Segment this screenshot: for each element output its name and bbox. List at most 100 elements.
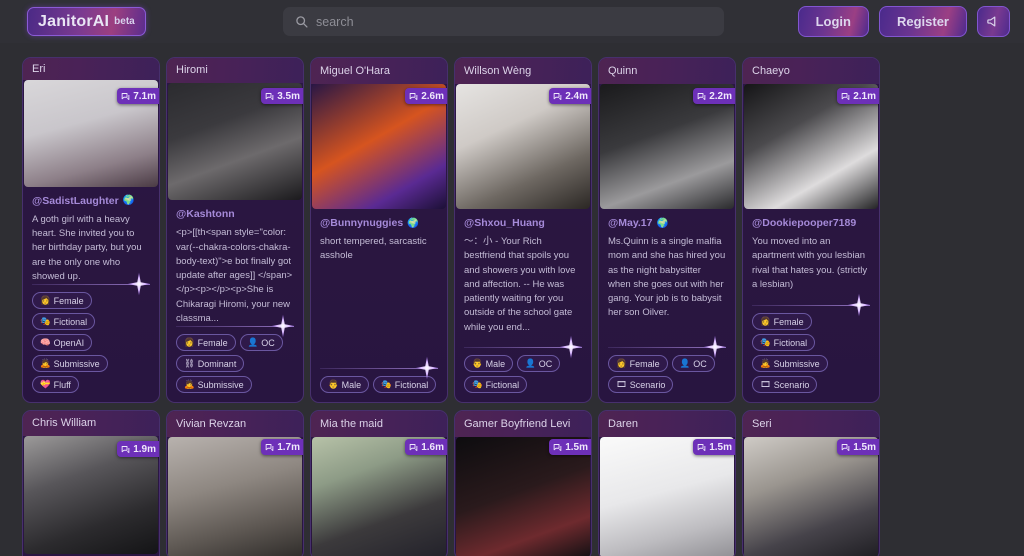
card-title: Hiromi <box>176 64 208 77</box>
tag-pill[interactable]: 🙇 Submissive <box>176 376 252 393</box>
tag-pill[interactable]: 🙇 Submissive <box>32 355 108 372</box>
creator-handle[interactable]: @Dookiepooper7189 <box>752 217 870 229</box>
character-card[interactable]: Chris William 1.9m@Eavanthe🌍·Your genera… <box>22 410 160 556</box>
chat-bubble-icon <box>409 443 418 451</box>
chat-count-value: 2.2m <box>709 90 732 102</box>
creator-handle[interactable]: @May.17 🌍 <box>608 217 726 229</box>
search-input[interactable]: search <box>283 7 724 36</box>
character-card[interactable]: Seri 1.5m <box>742 410 880 556</box>
tag-pill[interactable]: 💝 Fluff <box>32 376 79 393</box>
card-body: @Bunnynuggies 🌍 short tempered, sarcastic … <box>311 209 447 402</box>
character-card[interactable]: Vivian Revzan 1.7m <box>166 410 304 556</box>
logo-beta-label: beta <box>114 16 135 27</box>
tag-label: Scenario <box>629 379 666 390</box>
tag-emoji-icon: 🧠 <box>40 337 51 347</box>
tag-pill[interactable]: 🧠 OpenAI <box>32 334 93 351</box>
tag-label: Female <box>629 358 660 369</box>
announcements-button[interactable] <box>977 6 1010 37</box>
tag-pill[interactable]: 🎭 Fictional <box>464 376 528 393</box>
logo-text: JanitorAI <box>38 12 110 30</box>
sparkle-icon <box>271 314 295 338</box>
tag-pill[interactable]: 👩 Female <box>752 313 812 330</box>
chat-count-value: 1.7m <box>277 441 300 453</box>
tag-emoji-icon: 👩 <box>40 295 51 305</box>
chat-bubble-icon <box>841 92 850 100</box>
tag-pill[interactable]: 🎭 Fictional <box>32 313 96 330</box>
creator-handle[interactable]: @Shxou_Huang <box>464 217 582 229</box>
sparkle-icon <box>559 335 583 359</box>
tag-label: OpenAI <box>53 337 85 348</box>
register-button[interactable]: Register <box>878 6 967 37</box>
tag-emoji-icon: 🎭 <box>472 379 483 389</box>
tag-emoji-icon: 🙇 <box>184 379 195 389</box>
tag-emoji-icon: 👩 <box>616 358 627 368</box>
character-card[interactable]: Eri 7.1m @SadistLaughter 🌍 A goth girl with… <box>22 57 160 403</box>
tag-emoji-icon: 👩 <box>760 316 771 326</box>
tag-emoji-icon: 🎭 <box>381 379 392 389</box>
creator-handle[interactable]: @SadistLaughter 🌍 <box>32 195 150 207</box>
creator-handle[interactable]: @Kashtonn <box>176 208 294 220</box>
chat-bubble-icon <box>409 92 418 100</box>
tag-emoji-icon: 🎞 <box>760 379 771 389</box>
card-title: Chaeyo <box>752 65 790 77</box>
login-button[interactable]: Login <box>797 6 869 37</box>
card-title: Daren <box>608 417 638 430</box>
sparkle-icon <box>703 335 727 359</box>
tag-pill[interactable]: 👨 Male <box>464 355 514 372</box>
sparkle-icon <box>847 293 871 317</box>
card-body: @Kashtonn <p>[[th<span style="color: var(… <box>167 200 303 402</box>
character-card[interactable]: Gamer Boyfriend Levi 1.5m <box>454 410 592 556</box>
creator-name: @May.17 <box>608 217 653 229</box>
tag-pill[interactable]: 👤 OC <box>517 355 561 372</box>
verified-badge-icon: 🌍 <box>122 195 135 207</box>
character-card[interactable]: Miguel O'Hara 2.6m @Bunnynuggies 🌍 short te… <box>310 57 448 403</box>
chat-count-badge: 2.4m <box>549 88 591 104</box>
chat-count-value: 2.1m <box>853 90 876 102</box>
chat-bubble-icon <box>697 443 706 451</box>
tag-emoji-icon: 🎞 <box>616 379 627 389</box>
tag-label: Fictional <box>53 316 88 327</box>
tag-pill[interactable]: 🎭 Fictional <box>752 334 816 351</box>
character-description: ～：小 - Your Rich bestfriend that spoils y… <box>464 236 576 333</box>
character-card[interactable]: Mia the maid 1.6m <box>310 410 448 556</box>
card-header: Daren <box>599 411 735 437</box>
creator-handle[interactable]: @Bunnynuggies 🌍 <box>320 217 438 229</box>
tag-pill[interactable]: 🎞 Scenario <box>608 376 674 393</box>
logo-button[interactable]: JanitorAI beta <box>27 7 146 36</box>
tag-pill[interactable]: 🙇 Submissive <box>752 355 828 372</box>
tag-pill[interactable]: 👨 Male <box>320 376 370 393</box>
card-divider <box>752 293 871 317</box>
character-card[interactable]: Willson Wèng 2.4m @Shxou_Huang ～：小 - Your … <box>454 57 592 403</box>
tag-pill[interactable]: 🎞 Scenario <box>752 376 818 393</box>
sparkle-decoration <box>846 292 872 318</box>
card-title: Vivian Revzan <box>176 417 247 430</box>
tag-emoji-icon: 👨 <box>472 358 483 368</box>
sparkle-decoration <box>270 313 296 339</box>
tag-emoji-icon: 🎭 <box>40 316 51 326</box>
tag-pill[interactable]: 👩 Female <box>32 292 92 309</box>
tag-label: Male <box>485 358 506 369</box>
card-header: Vivian Revzan <box>167 411 303 437</box>
tag-label: Submissive <box>197 379 244 390</box>
megaphone-icon <box>986 14 1001 29</box>
card-header: Hiromi <box>167 58 303 83</box>
sparkle-icon <box>415 356 439 380</box>
tag-pill[interactable]: 👩 Female <box>608 355 668 372</box>
tag-pill[interactable]: ⛓ Dominant <box>176 355 245 372</box>
chat-count-value: 7.1m <box>133 90 156 102</box>
character-card[interactable]: Hiromi 3.5m @Kashtonn <p>[[th<span style="… <box>166 57 304 403</box>
card-header: Gamer Boyfriend Levi <box>455 411 591 437</box>
sparkle-decoration <box>414 355 440 381</box>
tag-label: Fluff <box>53 379 71 390</box>
tag-label: Male <box>341 379 362 390</box>
character-card[interactable]: Chaeyo 2.1m @Dookiepooper7189 You moved in… <box>742 57 880 403</box>
creator-name: @Kashtonn <box>176 208 235 221</box>
tag-pill[interactable]: 👩 Female <box>176 334 236 351</box>
chat-count-value: 1.5m <box>853 441 876 453</box>
character-card[interactable]: Quinn 2.2m @May.17 🌍 Ms.Quinn is a single m… <box>598 57 736 403</box>
character-card[interactable]: Daren 1.5m <box>598 410 736 556</box>
creator-name: @SadistLaughter <box>32 194 119 207</box>
tag-emoji-icon: 👨 <box>328 379 339 389</box>
verified-badge-icon: 🌍 <box>656 217 669 229</box>
chat-count-badge: 1.5m <box>549 439 591 455</box>
